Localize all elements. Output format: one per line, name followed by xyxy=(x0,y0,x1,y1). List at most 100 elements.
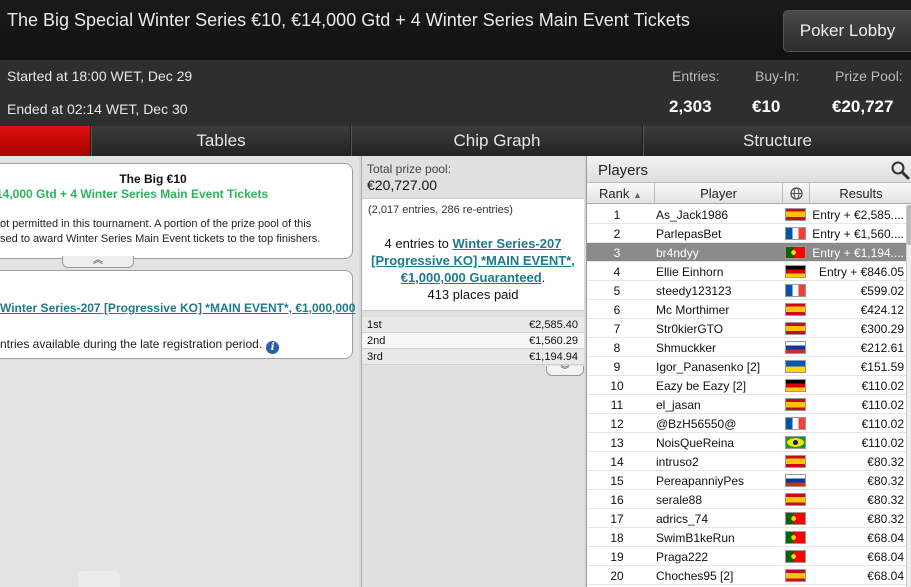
player-result: Entry + €1,194.... xyxy=(812,246,904,260)
player-result: €80.32 xyxy=(867,493,904,507)
player-rank: 2 xyxy=(613,227,621,241)
globe-icon xyxy=(789,187,803,200)
player-rank: 11 xyxy=(610,398,624,412)
player-name: serale88 xyxy=(656,493,703,507)
description-line-1: ot permitted in this tournament. A porti… xyxy=(0,218,312,230)
player-name: intruso2 xyxy=(656,455,699,469)
poker-lobby-button[interactable]: Poker Lobby xyxy=(783,10,911,52)
tab-content: The Big €10 14,000 Gtd + 4 Winter Series… xyxy=(0,156,911,587)
spain-flag-icon xyxy=(785,493,806,506)
late-registration-text: ntries available during the late registr… xyxy=(0,337,263,351)
brazil-flag-icon xyxy=(785,436,806,449)
player-row[interactable]: 10 Eazy be Eazy [2] €110.02 xyxy=(587,376,906,395)
sort-ascending-icon: ▲ xyxy=(633,190,642,200)
tab-chip-graph[interactable]: Chip Graph xyxy=(351,126,642,156)
payout-row: 1st €2,585.40 xyxy=(362,317,584,333)
player-name: steedy123123 xyxy=(656,284,732,298)
player-name: PereapanniyPes xyxy=(656,474,745,488)
player-row[interactable]: 11 el_jasan €110.02 xyxy=(587,395,906,414)
player-name: NoisQueReina xyxy=(656,436,735,450)
column-country[interactable] xyxy=(783,183,810,204)
player-row[interactable]: 2 ParlepasBet Entry + €1,560.... xyxy=(587,224,906,243)
player-rank: 10 xyxy=(610,379,624,393)
player-name: Praga222 xyxy=(656,550,709,564)
player-row[interactable]: 14 intruso2 €80.32 xyxy=(587,452,906,471)
player-name: el_jasan xyxy=(656,398,701,412)
player-result: €110.02 xyxy=(861,436,905,450)
player-row[interactable]: 17 adrics_74 €80.32 xyxy=(587,509,906,528)
tab-tables[interactable]: Tables xyxy=(91,126,350,156)
target-tournament-box: Winter Series-207 [Progressive KO] *MAIN… xyxy=(0,270,355,359)
window-title: The Big Special Winter Series €10, €14,0… xyxy=(7,10,690,30)
total-prize-pool-label: Total prize pool: xyxy=(367,162,452,176)
player-row[interactable]: 3 br4ndyy Entry + €1,194.... xyxy=(587,243,906,262)
prize-pool-panel: Total prize pool: €20,727.00 (2,017 entr… xyxy=(361,156,584,587)
column-results[interactable]: Results xyxy=(810,183,911,204)
player-row[interactable]: 8 Shmuckker €212.61 xyxy=(587,338,906,357)
player-row[interactable]: 13 NoisQueReina €110.02 xyxy=(587,433,906,452)
tab-bar: Tables Chip Graph Structure xyxy=(0,126,911,156)
search-icon[interactable] xyxy=(890,160,910,180)
players-column-headers: Rank ▲ Player Results xyxy=(587,183,911,204)
player-row[interactable]: 7 Str0kierGTO €300.29 xyxy=(587,319,906,338)
player-rank: 13 xyxy=(610,436,624,450)
column-rank[interactable]: Rank ▲ xyxy=(587,183,655,204)
player-rank: 6 xyxy=(613,303,621,317)
player-row[interactable]: 19 Praga222 €68.04 xyxy=(587,547,906,566)
entries-value: 2,303 xyxy=(669,97,712,116)
player-row[interactable]: 16 serale88 €80.32 xyxy=(587,490,906,509)
players-panel: Players Rank ▲ Player Results 1 As_Jack19… xyxy=(586,156,911,587)
tab-structure[interactable]: Structure xyxy=(643,126,911,156)
tournament-info-bar: Started at 18:00 WET, Dec 29 Ended at 02… xyxy=(0,60,911,126)
scrollbar-thumb[interactable] xyxy=(907,205,911,245)
tickets-prefix: 4 entries to xyxy=(384,236,453,251)
player-name: Eazy be Eazy [2] xyxy=(656,379,747,393)
players-title: Players xyxy=(598,162,649,179)
expand-details-button[interactable]: ︽ xyxy=(62,256,134,268)
player-row[interactable]: 5 steedy123123 €599.02 xyxy=(587,281,906,300)
player-name: Shmuckker xyxy=(656,341,717,355)
player-rank: 14 xyxy=(610,455,624,469)
portugal-flag-icon xyxy=(785,531,806,544)
player-result: €68.04 xyxy=(867,531,904,545)
tab-info[interactable] xyxy=(0,126,90,156)
player-result: €80.32 xyxy=(867,455,904,469)
total-prize-pool-value: €20,727.00 xyxy=(367,177,438,193)
main-event-link[interactable]: Winter Series-207 [Progressive KO] *MAIN… xyxy=(0,301,355,315)
player-result: Entry + €1,560.... xyxy=(812,227,904,241)
player-row[interactable]: 18 SwimB1keRun €68.04 xyxy=(587,528,906,547)
player-rank: 17 xyxy=(610,512,624,526)
player-row[interactable]: 12 @BzH56550@ €110.02 xyxy=(587,414,906,433)
player-row[interactable]: 20 Choches95 [2] €68.04 xyxy=(587,566,906,585)
payout-place: 1st xyxy=(367,319,382,331)
expand-payouts-button[interactable]: ︾ xyxy=(546,366,584,376)
payout-table: 1st €2,585.40 2nd €1,560.29 3rd €1,194.9… xyxy=(362,317,584,365)
player-row[interactable]: 4 Ellie Einhorn Entry + €846.05 xyxy=(587,262,906,281)
tournament-summary-box: The Big €10 14,000 Gtd + 4 Winter Series… xyxy=(0,163,353,268)
started-time: Started at 18:00 WET, Dec 29 xyxy=(7,68,193,84)
player-row[interactable]: 1 As_Jack1986 Entry + €2,585.... xyxy=(587,205,906,224)
column-player[interactable]: Player xyxy=(655,183,783,204)
payout-place: 3rd xyxy=(367,351,383,363)
spain-flag-icon xyxy=(785,322,806,335)
buyin-value: €10 xyxy=(752,97,781,116)
player-row[interactable]: 15 PereapanniyPes €80.32 xyxy=(587,471,906,490)
tickets-suffix: . xyxy=(541,270,546,285)
player-rank: 5 xyxy=(613,284,621,298)
player-name: adrics_74 xyxy=(656,512,709,526)
player-row[interactable]: 9 Igor_Panasenko [2] €151.59 xyxy=(587,357,906,376)
tournament-subtitle: 14,000 Gtd + 4 Winter Series Main Event … xyxy=(0,187,269,201)
player-rank: 3 xyxy=(613,246,621,260)
player-name: ParlepasBet xyxy=(656,227,722,241)
germany-flag-icon xyxy=(785,265,806,278)
players-scrollbar[interactable] xyxy=(906,205,911,587)
player-name: As_Jack1986 xyxy=(656,208,729,222)
title-bar: The Big Special Winter Series €10, €14,0… xyxy=(0,0,911,60)
player-row[interactable]: 6 Mc Morthimer €424.12 xyxy=(587,300,906,319)
france-flag-icon xyxy=(785,227,806,240)
info-icon[interactable]: i xyxy=(266,341,280,354)
player-result: €110.02 xyxy=(861,379,905,393)
tournament-name: The Big €10 xyxy=(119,172,187,186)
player-result: €300.29 xyxy=(860,322,904,336)
prize-pool-label: Prize Pool: xyxy=(835,68,903,84)
